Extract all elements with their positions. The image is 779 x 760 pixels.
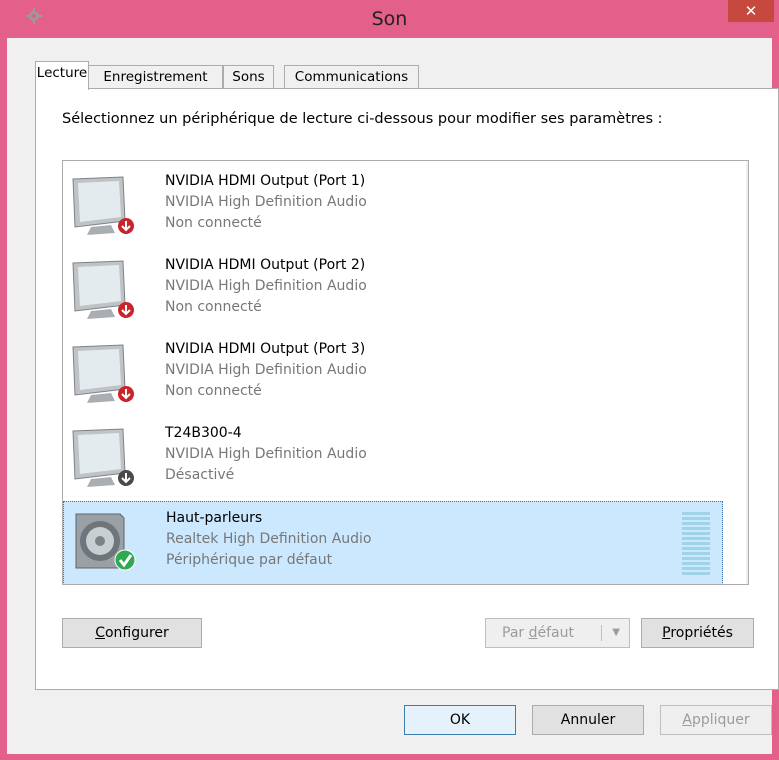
device-name: T24B300-4	[165, 425, 242, 441]
device-driver: NVIDIA High Definition Audio	[165, 194, 367, 210]
properties-label: ropriétés	[670, 625, 733, 641]
device-driver: NVIDIA High Definition Audio	[165, 362, 367, 378]
device-status: Non connecté	[165, 299, 262, 315]
device-status: Non connecté	[165, 383, 262, 399]
configure-mnemonic: C	[95, 625, 105, 641]
device-driver: NVIDIA High Definition Audio	[165, 446, 367, 462]
playback-tab-panel: Sélectionnez un périphérique de lecture …	[35, 88, 779, 690]
volume-level-meter	[682, 512, 710, 575]
device-name: NVIDIA HDMI Output (Port 3)	[165, 341, 366, 357]
device-name: NVIDIA HDMI Output (Port 2)	[165, 257, 366, 273]
monitor-disconnected-icon	[72, 260, 134, 319]
scroll-down-icon[interactable]: ﹀	[746, 564, 748, 584]
speaker-icon	[75, 513, 136, 571]
title-bar[interactable]: Son ✕	[0, 0, 779, 38]
tab-enregistrement[interactable]: Enregistrement	[88, 65, 223, 89]
dialog-client-area: Lecture Enregistrement Sons Communicatio…	[7, 38, 779, 754]
device-item-hdmi-port-3[interactable]: NVIDIA HDMI Output (Port 3) NVIDIA High …	[63, 333, 723, 417]
instruction-text: Sélectionnez un périphérique de lecture …	[62, 111, 663, 127]
apply-label: ppliquer	[691, 712, 750, 728]
device-item-hdmi-port-1[interactable]: NVIDIA HDMI Output (Port 1) NVIDIA High …	[63, 165, 723, 249]
tab-sons[interactable]: Sons	[223, 65, 274, 89]
set-default-mnemonic: d	[528, 625, 538, 641]
monitor-disabled-icon	[72, 428, 134, 487]
ok-button[interactable]: OK	[404, 705, 516, 735]
scroll-thumb[interactable]	[748, 183, 749, 457]
configure-button[interactable]: Configurer	[62, 618, 202, 648]
cancel-button[interactable]: Annuler	[532, 705, 644, 735]
tab-lecture[interactable]: Lecture	[35, 61, 89, 90]
tab-communications[interactable]: Communications	[284, 65, 419, 89]
device-status: Non connecté	[165, 215, 262, 231]
monitor-disconnected-icon	[72, 344, 134, 403]
device-list-scrollbar[interactable]: ︿ ﹀	[746, 161, 749, 584]
device-list[interactable]: NVIDIA HDMI Output (Port 1) NVIDIA High …	[62, 160, 749, 585]
device-item-haut-parleurs[interactable]: Haut-parleurs Realtek High Definition Au…	[63, 501, 723, 584]
configure-label: onfigurer	[104, 625, 169, 641]
device-item-t24b300[interactable]: T24B300-4 NVIDIA High Definition Audio D…	[63, 417, 723, 501]
device-item-hdmi-port-2[interactable]: NVIDIA HDMI Output (Port 2) NVIDIA High …	[63, 249, 723, 333]
split-divider	[601, 625, 602, 641]
apply-mnemonic: A	[682, 712, 692, 728]
properties-button[interactable]: Propriétés	[641, 618, 754, 648]
window-title: Son	[371, 8, 408, 30]
scroll-up-icon[interactable]: ︿	[746, 161, 748, 181]
device-status: Désactivé	[165, 467, 235, 483]
set-default-label-pre: Par	[502, 625, 529, 641]
monitor-disconnected-icon	[72, 176, 134, 235]
device-driver: NVIDIA High Definition Audio	[165, 278, 367, 294]
device-status: Périphérique par défaut	[166, 552, 333, 568]
apply-button[interactable]: Appliquer	[660, 705, 772, 735]
device-driver: Realtek High Definition Audio	[166, 531, 372, 547]
device-name: Haut-parleurs	[166, 510, 263, 526]
set-default-label: éfaut	[537, 625, 574, 641]
sound-dialog-window: Son ✕ Lecture Enregistrement Sons Commun…	[0, 0, 779, 760]
set-default-button[interactable]: Par défaut ▼	[485, 618, 630, 648]
device-name: NVIDIA HDMI Output (Port 1)	[165, 173, 366, 189]
dropdown-arrow-icon[interactable]: ▼	[612, 619, 620, 647]
close-button[interactable]: ✕	[728, 0, 774, 22]
